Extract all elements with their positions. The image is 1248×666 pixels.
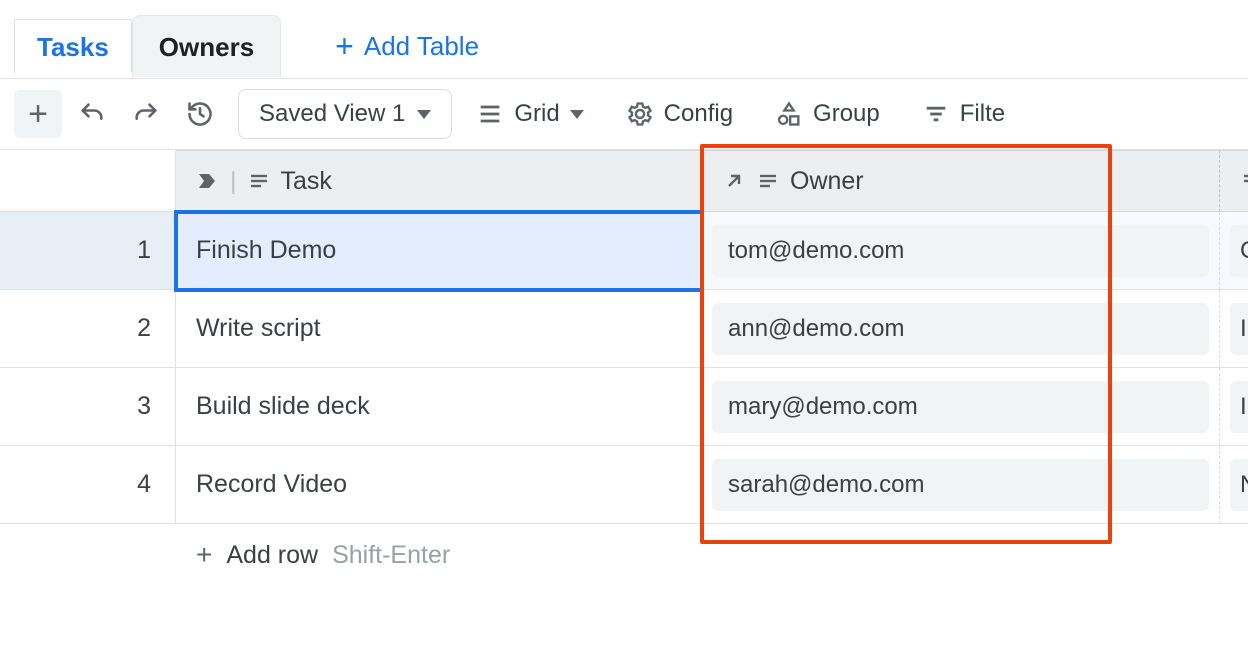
lookup-icon: [722, 169, 746, 193]
row-number[interactable]: 4: [0, 446, 176, 524]
cell-task[interactable]: Finish Demo: [176, 212, 702, 290]
tab-tasks[interactable]: Tasks: [14, 19, 132, 73]
undo-button[interactable]: [68, 90, 116, 138]
row-number[interactable]: 3: [0, 368, 176, 446]
add-table-button[interactable]: + Add Table: [309, 14, 505, 78]
cell-owner[interactable]: sarah@demo.com: [702, 446, 1220, 524]
toolbar: + Saved View 1 Grid Config Group Filte: [0, 79, 1248, 150]
redo-button[interactable]: [122, 90, 170, 138]
tag-icon: [196, 169, 220, 193]
chevron-down-icon: [417, 110, 431, 119]
history-button[interactable]: [176, 90, 224, 138]
table-row: 1 Finish Demo tom@demo.com C: [0, 212, 1248, 290]
rownum-header: [0, 150, 176, 212]
owner-chip: mary@demo.com: [712, 381, 1209, 433]
text-icon: [1240, 169, 1248, 193]
add-table-label: Add Table: [364, 31, 479, 62]
view-type-dropdown[interactable]: Grid: [458, 90, 601, 138]
tab-owners[interactable]: Owners: [132, 15, 281, 77]
extra-chip: C: [1230, 225, 1248, 277]
column-header-task[interactable]: | Task: [176, 150, 702, 212]
saved-view-label: Saved View 1: [259, 100, 405, 128]
table-row: 2 Write script ann@demo.com I: [0, 290, 1248, 368]
row-number[interactable]: 1: [0, 212, 176, 290]
cell-extra[interactable]: I: [1220, 290, 1248, 368]
add-row-button[interactable]: + Add row Shift-Enter: [176, 539, 470, 571]
column-task-label: Task: [281, 167, 332, 196]
cell-task[interactable]: Record Video: [176, 446, 702, 524]
cell-extra[interactable]: N: [1220, 446, 1248, 524]
table-header-row: | Task Owner: [0, 150, 1248, 212]
table-row: 4 Record Video sarah@demo.com N: [0, 446, 1248, 524]
column-owner-label: Owner: [790, 167, 864, 196]
table: | Task Owner 1 Finish Demo tom@demo.com …: [0, 150, 1248, 586]
owner-chip: sarah@demo.com: [712, 459, 1209, 511]
saved-view-dropdown[interactable]: Saved View 1: [238, 89, 452, 139]
chevron-down-icon: [570, 110, 584, 119]
column-header-extra[interactable]: [1220, 150, 1248, 212]
table-row: 3 Build slide deck mary@demo.com I: [0, 368, 1248, 446]
text-icon: [756, 169, 780, 193]
cell-owner[interactable]: ann@demo.com: [702, 290, 1220, 368]
filter-button[interactable]: Filte: [904, 90, 1023, 138]
owner-chip: ann@demo.com: [712, 303, 1209, 355]
add-record-button[interactable]: +: [14, 90, 62, 138]
config-button[interactable]: Config: [608, 90, 751, 138]
extra-chip: I: [1230, 381, 1248, 433]
config-label: Config: [664, 100, 733, 128]
tabs-row: Tasks Owners + Add Table: [0, 0, 1248, 79]
group-button[interactable]: Group: [757, 90, 898, 138]
cell-owner[interactable]: tom@demo.com: [702, 212, 1220, 290]
column-header-owner[interactable]: Owner: [702, 150, 1220, 212]
cell-task[interactable]: Build slide deck: [176, 368, 702, 446]
extra-chip: I: [1230, 303, 1248, 355]
extra-chip: N: [1230, 459, 1248, 511]
cell-task[interactable]: Write script: [176, 290, 702, 368]
add-row-hint: Shift-Enter: [332, 541, 450, 570]
grid-label: Grid: [514, 100, 559, 128]
cell-extra[interactable]: C: [1220, 212, 1248, 290]
owner-chip: tom@demo.com: [712, 225, 1209, 277]
plus-icon: +: [335, 30, 354, 62]
add-row-label: Add row: [226, 541, 318, 570]
cell-extra[interactable]: I: [1220, 368, 1248, 446]
cell-owner[interactable]: mary@demo.com: [702, 368, 1220, 446]
add-row: + Add row Shift-Enter: [0, 524, 1248, 586]
plus-icon: +: [196, 539, 212, 571]
filter-label: Filte: [960, 100, 1005, 128]
text-icon: [247, 169, 271, 193]
group-label: Group: [813, 100, 880, 128]
row-number[interactable]: 2: [0, 290, 176, 368]
